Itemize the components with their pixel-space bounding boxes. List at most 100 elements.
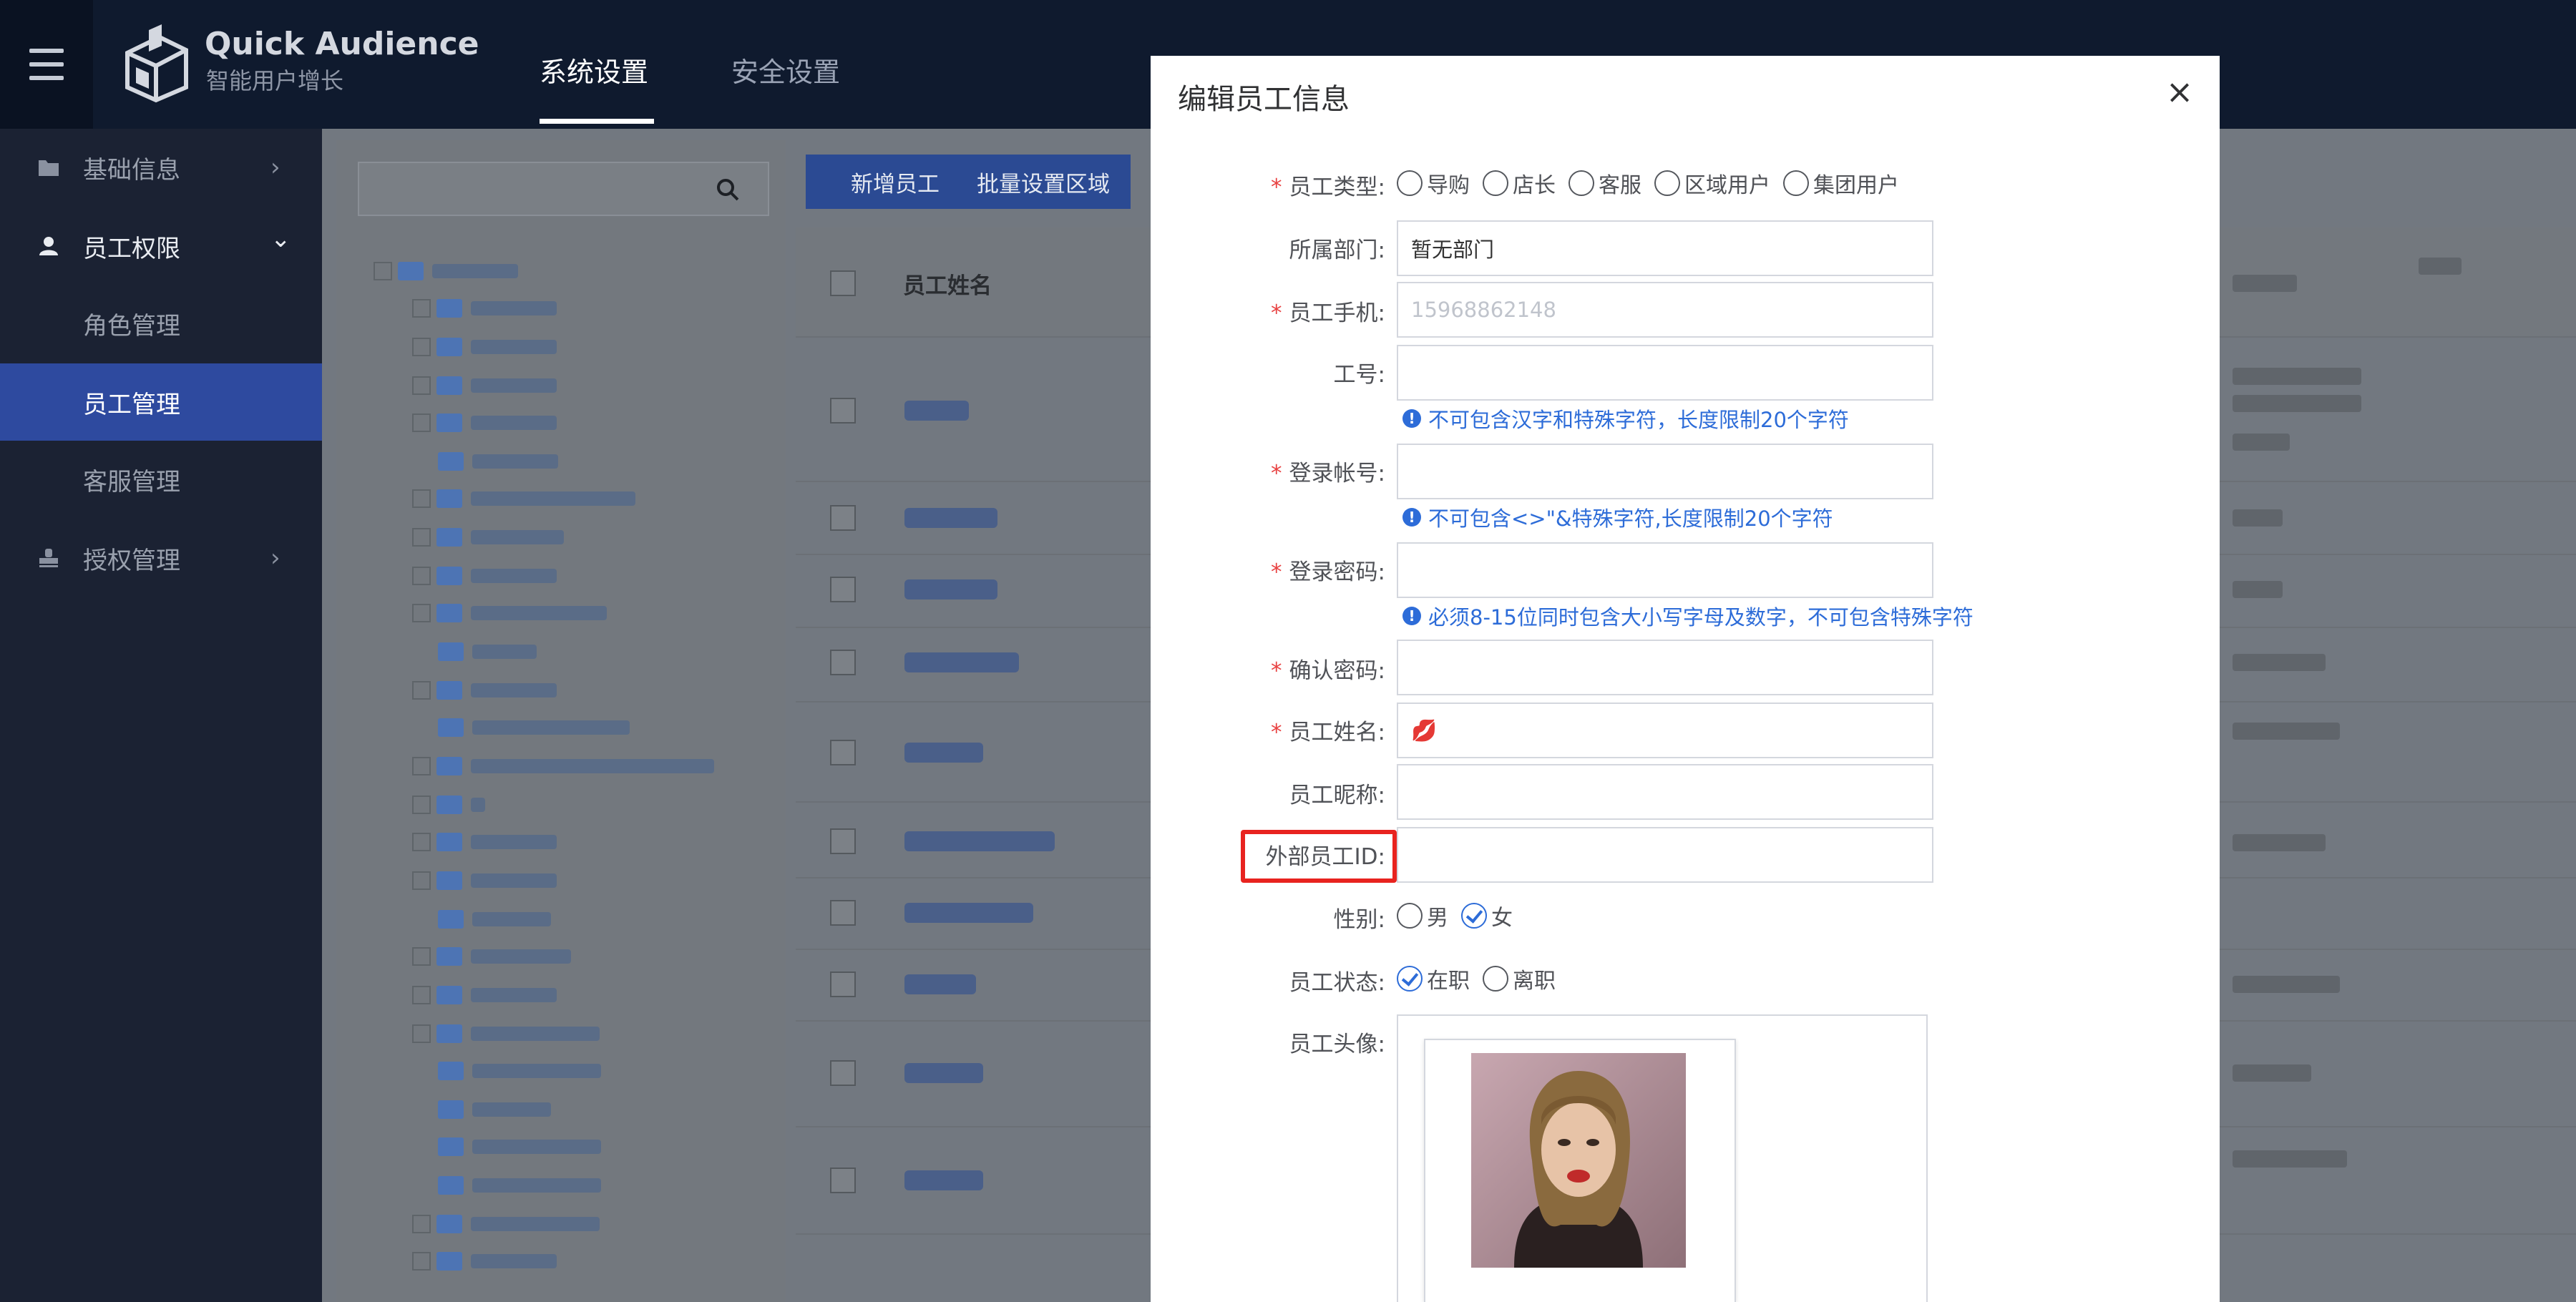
job-number-input[interactable] bbox=[1397, 345, 1933, 401]
employee-status-label: 员工状态: bbox=[1289, 970, 1385, 996]
sidebar-item-role-management[interactable]: 角色管理 bbox=[0, 285, 322, 362]
employee-type-option-guide[interactable]: 导购 bbox=[1397, 167, 1470, 199]
batch-set-region-button[interactable]: 批量设置区域 bbox=[956, 155, 1131, 209]
row-checkbox[interactable] bbox=[830, 398, 856, 424]
tree-node[interactable] bbox=[412, 871, 557, 890]
gender-label: 性别: bbox=[1333, 907, 1385, 933]
user-icon bbox=[39, 237, 58, 255]
sidebar-item-authorization-management[interactable]: 授权管理 › bbox=[0, 519, 322, 597]
external-id-highlight-box bbox=[1241, 830, 1397, 883]
nickname-input[interactable] bbox=[1397, 764, 1933, 820]
tree-node[interactable] bbox=[412, 947, 571, 966]
tree-node[interactable] bbox=[438, 1176, 601, 1195]
status-option-resigned[interactable]: 离职 bbox=[1483, 963, 1556, 994]
employee-type-option-customer-service[interactable]: 客服 bbox=[1568, 167, 1641, 199]
tree-node[interactable] bbox=[438, 1100, 551, 1119]
chevron-right-icon: › bbox=[270, 544, 280, 572]
column-header-name: 员工姓名 bbox=[903, 273, 992, 299]
job-number-label: 工号: bbox=[1333, 362, 1385, 388]
row-checkbox[interactable] bbox=[830, 828, 856, 854]
sidebar-item-label: 客服管理 bbox=[83, 467, 180, 496]
tree-search-input[interactable] bbox=[358, 162, 769, 216]
menu-toggle-icon[interactable] bbox=[0, 0, 93, 129]
gender-option-male[interactable]: 男 bbox=[1397, 900, 1448, 931]
tree-node[interactable] bbox=[438, 642, 537, 661]
tree-node[interactable] bbox=[412, 376, 557, 395]
password-hint: ! 必须8-15位同时包含大小写字母及数字，不可包含特殊字符 bbox=[1402, 601, 1974, 631]
sidebar-item-label: 授权管理 bbox=[83, 546, 180, 575]
sidebar-item-label: 基础信息 bbox=[83, 155, 180, 185]
sidebar-item-employee-permissions[interactable]: 员工权限 ⌄ bbox=[0, 207, 322, 285]
row-checkbox[interactable] bbox=[830, 740, 856, 765]
tree-node[interactable] bbox=[438, 910, 551, 929]
tree-node[interactable] bbox=[438, 1137, 601, 1156]
tree-node[interactable] bbox=[412, 299, 557, 318]
tree-node[interactable] bbox=[412, 1215, 600, 1233]
employee-name-cell bbox=[904, 1170, 983, 1190]
sidebar-item-customer-service-management[interactable]: 客服管理 bbox=[0, 441, 322, 518]
tree-node[interactable] bbox=[438, 1062, 601, 1080]
employee-name-cell bbox=[904, 401, 969, 421]
job-number-hint: ! 不可包含汉字和特殊字符，长度限制20个字符 bbox=[1402, 403, 1849, 434]
employee-type-option-group-user[interactable]: 集团用户 bbox=[1783, 167, 1899, 199]
row-checkbox[interactable] bbox=[830, 650, 856, 675]
row-checkbox[interactable] bbox=[830, 1060, 856, 1086]
row-checkbox[interactable] bbox=[830, 577, 856, 602]
sidebar-item-employee-management[interactable]: 员工管理 bbox=[0, 363, 322, 441]
tree-node[interactable] bbox=[374, 262, 518, 280]
sidebar-item-label: 员工权限 bbox=[83, 234, 180, 263]
tree-node[interactable] bbox=[438, 718, 630, 737]
tab-system-settings[interactable]: 系统设置 bbox=[540, 50, 648, 89]
password-input[interactable] bbox=[1397, 542, 1933, 598]
status-option-active[interactable]: 在职 bbox=[1397, 963, 1470, 994]
confirm-password-input[interactable] bbox=[1397, 640, 1933, 695]
login-account-hint: ! 不可包含<>"&特殊字符,长度限制20个字符 bbox=[1402, 502, 1833, 532]
employee-type-option-store-manager[interactable]: 店长 bbox=[1483, 167, 1556, 199]
checked-icon bbox=[1397, 966, 1423, 992]
tree-node[interactable] bbox=[412, 567, 557, 585]
row-checkbox[interactable] bbox=[830, 505, 856, 531]
employee-name-cell bbox=[904, 579, 997, 599]
employee-name-input[interactable]: 💋 bbox=[1397, 703, 1933, 758]
select-all-checkbox[interactable] bbox=[830, 270, 856, 296]
tree-node[interactable] bbox=[412, 1252, 557, 1271]
chevron-right-icon: › bbox=[270, 153, 280, 182]
tree-node[interactable] bbox=[412, 796, 485, 814]
dialog-title: 编辑员工信息 bbox=[1178, 83, 1350, 116]
folder-icon bbox=[39, 160, 59, 176]
tree-node[interactable] bbox=[438, 452, 558, 471]
tree-node[interactable] bbox=[412, 489, 635, 508]
tree-node[interactable] bbox=[412, 986, 557, 1004]
tree-node[interactable] bbox=[412, 757, 714, 775]
department-select[interactable]: 暂无部门 bbox=[1397, 220, 1933, 276]
sidebar-item-basic-info[interactable]: 基础信息 › bbox=[0, 129, 322, 206]
employee-name-label: * 员工姓名: bbox=[1271, 720, 1385, 745]
tab-security-settings[interactable]: 安全设置 bbox=[731, 50, 840, 89]
tree-node[interactable] bbox=[412, 1024, 600, 1043]
tree-node[interactable] bbox=[412, 833, 557, 851]
edit-employee-dialog: 编辑员工信息 × * 员工类型: 导购 店长 客服 区域用户 集团用户 所属部门:… bbox=[1151, 56, 2220, 1302]
active-tab-indicator bbox=[540, 119, 654, 124]
employee-name-cell bbox=[904, 743, 983, 763]
row-checkbox[interactable] bbox=[830, 900, 856, 926]
chevron-down-icon: ⌄ bbox=[270, 225, 291, 253]
tree-node[interactable] bbox=[412, 338, 557, 356]
row-checkbox[interactable] bbox=[830, 1168, 856, 1193]
close-icon[interactable]: × bbox=[2160, 72, 2200, 112]
checked-icon bbox=[1461, 903, 1487, 929]
phone-input[interactable]: 15968862148 bbox=[1397, 282, 1933, 338]
employee-type-option-region-user[interactable]: 区域用户 bbox=[1654, 167, 1770, 199]
info-icon: ! bbox=[1402, 607, 1421, 625]
row-checkbox[interactable] bbox=[830, 971, 856, 997]
info-icon: ! bbox=[1402, 508, 1421, 527]
tree-node[interactable] bbox=[412, 528, 564, 547]
login-account-input[interactable] bbox=[1397, 444, 1933, 499]
tree-node[interactable] bbox=[412, 681, 557, 700]
tree-node[interactable] bbox=[412, 604, 607, 622]
search-icon[interactable] bbox=[716, 177, 740, 202]
gender-option-female[interactable]: 女 bbox=[1461, 900, 1513, 931]
external-employee-id-input[interactable] bbox=[1397, 827, 1933, 883]
employee-name-cell bbox=[904, 508, 997, 528]
employee-name-cell bbox=[904, 1063, 983, 1083]
tree-node[interactable] bbox=[412, 413, 557, 432]
